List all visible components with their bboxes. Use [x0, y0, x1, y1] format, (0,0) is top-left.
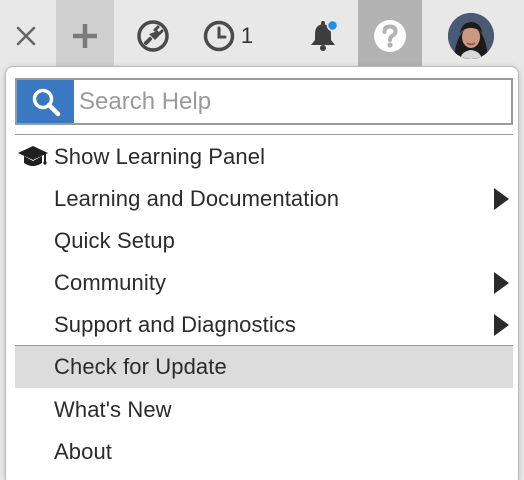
page: 1 Search Help Show Learning Panel Learni…: [0, 0, 524, 480]
menu-item-community[interactable]: Community: [15, 262, 513, 304]
menu-item-quick-setup[interactable]: Quick Setup: [15, 220, 513, 262]
question-icon: [374, 20, 406, 52]
notifications-button[interactable]: [300, 0, 346, 72]
menu-item-learning-and-documentation[interactable]: Learning and Documentation: [15, 178, 513, 220]
bell-icon: [311, 19, 339, 51]
graduation-cap-icon: [18, 146, 48, 166]
submenu-arrow-icon: [494, 272, 509, 294]
user-avatar-button[interactable]: [446, 0, 496, 72]
search-button[interactable]: [17, 80, 74, 123]
menu-item-label: Quick Setup: [54, 228, 175, 253]
submenu-arrow-icon: [494, 314, 509, 336]
menu-item-check-for-update[interactable]: Check for Update: [15, 346, 513, 388]
clock-icon: [203, 20, 235, 52]
menu-item-support-and-diagnostics[interactable]: Support and Diagnostics: [15, 304, 513, 346]
add-button[interactable]: [56, 0, 114, 72]
menu-item-about[interactable]: About: [15, 431, 513, 473]
history-count-badge: 1: [240, 23, 254, 48]
menu-item-label: Community: [54, 270, 167, 295]
menu-divider: [15, 134, 513, 135]
menu-item-show-learning-panel[interactable]: Show Learning Panel: [15, 136, 513, 178]
history-button[interactable]: 1: [196, 0, 260, 72]
plus-icon: [73, 24, 97, 48]
user-avatar-image: [448, 13, 494, 59]
top-toolbar: 1: [0, 0, 524, 72]
plugin-button[interactable]: [130, 0, 176, 72]
help-search-input[interactable]: [74, 80, 511, 123]
close-button[interactable]: [0, 0, 52, 72]
menu-item-label: What's New: [54, 397, 172, 422]
avatar: [448, 13, 494, 59]
search-icon: [32, 88, 60, 116]
menu-item-label: Support and Diagnostics: [54, 312, 297, 337]
menu-item-label: Show Learning Panel: [54, 144, 266, 169]
menu-item-label: Check for Update: [54, 354, 227, 379]
menu-item-label: About: [54, 439, 112, 464]
help-search-box: [15, 78, 513, 125]
help-button[interactable]: [358, 0, 422, 72]
menu-item-label: Learning and Documentation: [54, 186, 340, 211]
submenu-arrow-icon: [494, 188, 509, 210]
plugin-icon: [137, 20, 169, 52]
close-icon: [16, 26, 36, 46]
help-menu: Show Learning Panel Learning and Documen…: [5, 66, 519, 480]
menu-item-whats-new[interactable]: What's New: [15, 389, 513, 431]
